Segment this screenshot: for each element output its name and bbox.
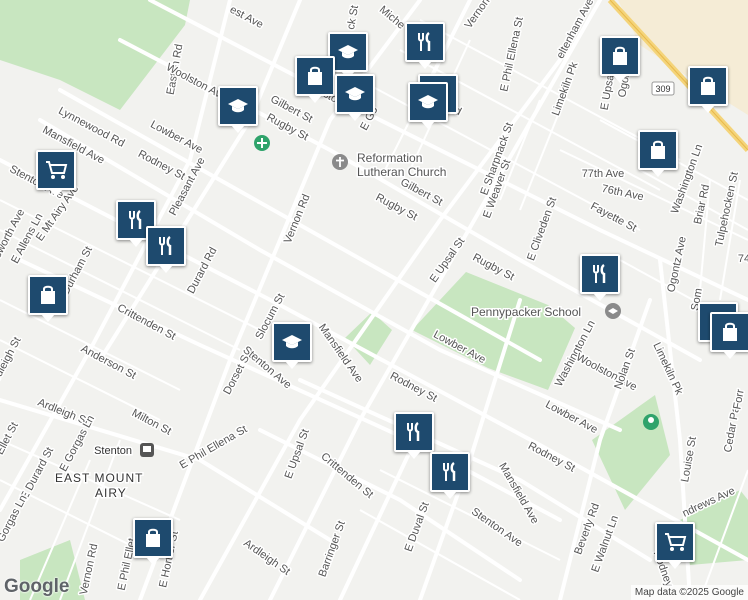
- graduation-cap-icon: [417, 93, 439, 111]
- restaurant-marker[interactable]: [146, 226, 186, 273]
- fork-knife-icon: [415, 31, 435, 53]
- street-label: 77th Ave: [582, 168, 625, 180]
- fork-knife-icon: [126, 209, 146, 231]
- education-marker[interactable]: [272, 322, 312, 369]
- street-label: 74: [738, 253, 748, 265]
- shopping-marker[interactable]: [295, 56, 335, 103]
- station-label: Stenton: [94, 445, 132, 457]
- church-label-line1: Reformation: [357, 151, 422, 165]
- map-copyright: Map data ©2025 Google: [630, 585, 748, 600]
- graduation-cap-icon: [337, 43, 359, 61]
- google-logo[interactable]: Google: [4, 576, 69, 598]
- shopping-bag-icon: [720, 321, 740, 343]
- shopping-bag-icon: [143, 527, 163, 549]
- restaurant-marker[interactable]: [405, 22, 445, 69]
- fork-knife-icon: [590, 263, 610, 285]
- fork-knife-icon: [440, 461, 460, 483]
- shopping-cart-icon: [663, 531, 687, 553]
- neighborhood-line2: AIRY: [95, 486, 127, 500]
- education-marker[interactable]: [408, 82, 448, 129]
- shopping-marker[interactable]: [688, 66, 728, 113]
- shopping-marker[interactable]: [600, 36, 640, 83]
- fork-knife-icon: [404, 421, 424, 443]
- route-number: 309: [655, 84, 670, 94]
- shopping-marker[interactable]: [133, 518, 173, 565]
- grocery-marker[interactable]: [36, 150, 76, 197]
- graduation-cap-icon: [227, 97, 249, 115]
- shopping-bag-icon: [698, 75, 718, 97]
- grocery-marker[interactable]: [655, 522, 695, 569]
- shopping-marker[interactable]: [710, 312, 748, 359]
- church-label-line2: Lutheran Church: [357, 165, 446, 179]
- school-label: Pennypacker School: [471, 305, 581, 319]
- shopping-bag-icon: [648, 139, 668, 161]
- shopping-marker[interactable]: [638, 130, 678, 177]
- map-canvas[interactable]: 309 Reformation Lutheran Church Pennypac…: [0, 0, 748, 600]
- shopping-bag-icon: [610, 45, 630, 67]
- shopping-bag-icon: [38, 284, 58, 306]
- shopping-bag-icon: [305, 65, 325, 87]
- graduation-cap-icon: [344, 85, 366, 103]
- graduation-cap-icon: [281, 333, 303, 351]
- education-marker[interactable]: [335, 74, 375, 121]
- restaurant-marker[interactable]: [430, 452, 470, 499]
- restaurant-marker[interactable]: [394, 412, 434, 459]
- fork-knife-icon: [156, 235, 176, 257]
- restaurant-marker[interactable]: [580, 254, 620, 301]
- shopping-cart-icon: [44, 159, 68, 181]
- shopping-marker[interactable]: [28, 275, 68, 322]
- education-marker[interactable]: [218, 86, 258, 133]
